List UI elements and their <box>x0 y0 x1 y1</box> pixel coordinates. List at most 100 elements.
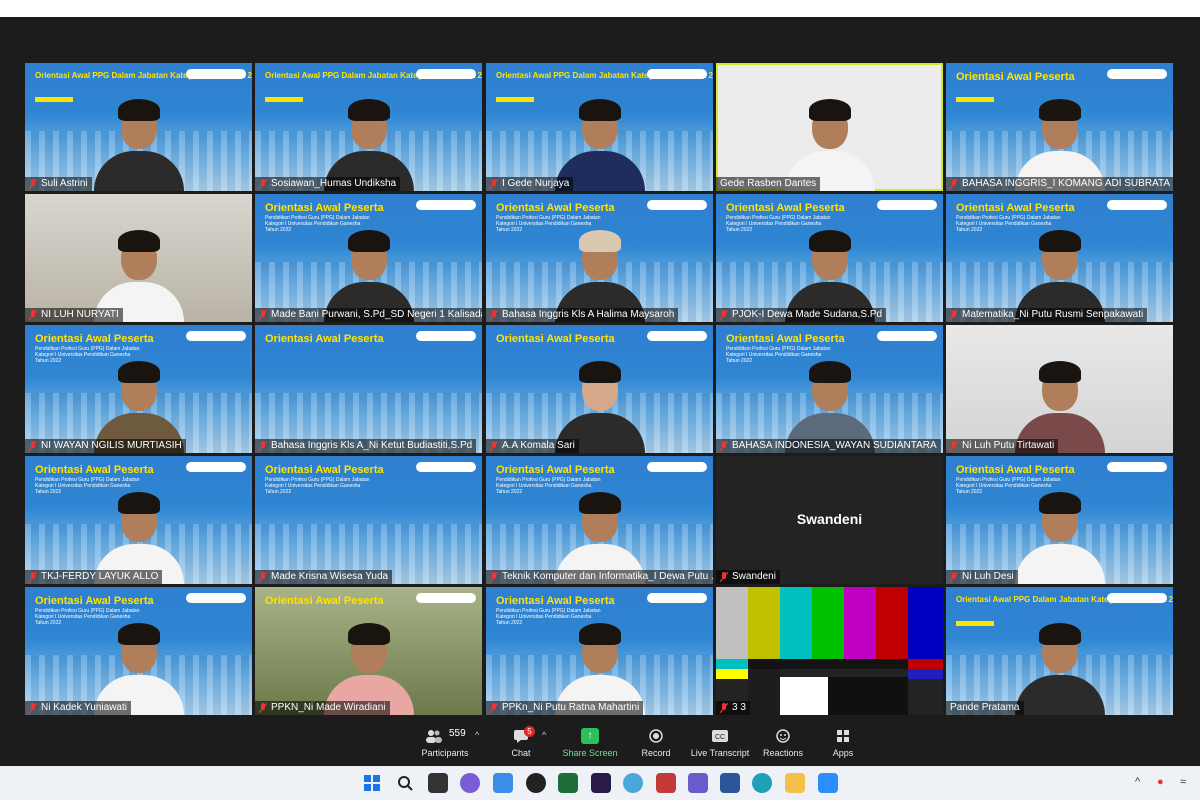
text-app-icon[interactable] <box>688 773 708 793</box>
banner-title: Orientasi Awal Peserta <box>35 595 154 607</box>
adobe-premiere-icon[interactable] <box>591 773 611 793</box>
banner-title: Orientasi Awal Peserta <box>726 333 845 345</box>
participant-name: Swandeni <box>716 570 780 584</box>
logos <box>416 69 476 79</box>
video-tile[interactable]: Orientasi Awal Peserta Pendidikan Profesi… <box>486 456 713 584</box>
file-explorer-icon[interactable] <box>785 773 805 793</box>
record-button[interactable]: Record <box>621 726 691 764</box>
logos <box>877 200 937 210</box>
video-tile[interactable]: Ni Luh Putu Tirtawati <box>946 325 1173 453</box>
red-app-icon[interactable] <box>656 773 676 793</box>
participant-name: Bahasa Inggris Kls A Halima Maysaroh <box>486 308 679 322</box>
date-bar <box>956 97 994 102</box>
banner-subtitle: Pendidikan Profesi Guru (PPG) Dalam Jaba… <box>265 477 370 495</box>
video-tile[interactable]: Orientasi Awal Peserta Pendidikan Profesi… <box>255 194 482 322</box>
banner-title: Orientasi Awal Peserta <box>265 595 384 607</box>
video-tile-camera-off[interactable]: Swandeni Swandeni <box>716 456 943 584</box>
chevron-up-icon[interactable]: ^ <box>542 730 546 740</box>
closed-caption-icon: CC <box>712 730 728 742</box>
zoom-icon[interactable] <box>818 773 838 793</box>
windows-start-icon[interactable] <box>362 773 382 793</box>
wifi-icon[interactable]: ≈ <box>1180 776 1186 788</box>
mic-muted-icon <box>259 703 267 713</box>
video-tile-color-bars[interactable]: 3 3 <box>716 587 943 715</box>
video-tile[interactable]: Orientasi Awal Peserta A.A Komala Sari <box>486 325 713 453</box>
participant-name: Teknik Komputer dan Informatika_I Dewa P… <box>486 570 713 584</box>
participant-name: Sosiawan_Humas Undiksha <box>255 177 401 191</box>
settings-app-icon[interactable] <box>623 773 643 793</box>
mic-muted-icon <box>259 179 267 189</box>
video-tile[interactable]: NI LUH NURYATI <box>25 194 252 322</box>
participant-name: PJOK-I Dewa Made Sudana,S.Pd <box>716 308 887 322</box>
edge-browser-icon[interactable] <box>752 773 772 793</box>
logos <box>647 462 707 472</box>
logos <box>416 200 476 210</box>
logos <box>647 69 707 79</box>
video-tile[interactable]: Orientasi Awal Peserta Pendidikan Profesi… <box>946 456 1173 584</box>
banner-title: Orientasi Awal Peserta <box>496 202 615 214</box>
participants-count: 559 <box>449 728 466 739</box>
mic-muted-icon <box>29 703 37 713</box>
adobe-audition-icon[interactable] <box>558 773 578 793</box>
share-screen-button[interactable]: ↑ Share Screen <box>555 726 625 764</box>
video-tile[interactable]: Orientasi Awal Peserta Pendidikan Profesi… <box>716 194 943 322</box>
video-tile[interactable]: Orientasi Awal Peserta Pendidikan Profesi… <box>25 456 252 584</box>
mic-muted-icon <box>490 441 498 451</box>
window-top-bar <box>0 0 1200 17</box>
video-tile[interactable]: Orientasi Awal Peserta Pendidikan Profesi… <box>255 456 482 584</box>
video-tile[interactable]: Orientasi Awal Peserta Pendidikan Profesi… <box>25 325 252 453</box>
svg-text:CC: CC <box>715 734 725 741</box>
participant-name: Gede Rasben Dantes <box>716 177 821 191</box>
video-tile[interactable]: Orientasi Awal Peserta Pendidikan Profesi… <box>486 194 713 322</box>
banner-title: Orientasi Awal Peserta <box>265 333 384 345</box>
banner-title: Orientasi Awal Peserta <box>35 333 154 345</box>
video-tile[interactable]: Orientasi Awal PPG Dalam Jabatan Kategor… <box>255 63 482 191</box>
chevron-up-icon[interactable]: ^ <box>475 730 479 740</box>
video-tile[interactable]: Orientasi Awal Peserta Pendidikan Profesi… <box>25 587 252 715</box>
word-icon[interactable] <box>720 773 740 793</box>
logos <box>416 462 476 472</box>
date-bar <box>496 97 534 102</box>
video-tile[interactable]: Orientasi Awal Peserta Bahasa Inggris Kl… <box>255 325 482 453</box>
banner-title: Orientasi Awal Peserta <box>496 595 615 607</box>
mic-muted-icon <box>720 703 728 713</box>
live-transcript-button[interactable]: CC Live Transcript <box>684 726 756 764</box>
chat-button[interactable]: 5 ^ Chat <box>486 726 556 764</box>
video-grid: Orientasi Awal PPG Dalam Jabatan Kategor… <box>25 63 1175 718</box>
color-bars-test-pattern <box>716 587 943 715</box>
widgets-icon[interactable] <box>493 773 513 793</box>
share-screen-label: Share Screen <box>562 748 618 758</box>
video-tile[interactable]: Orientasi Awal Peserta Pendidikan Profesi… <box>716 325 943 453</box>
chat-label: Chat <box>511 748 531 758</box>
logos <box>647 593 707 603</box>
logos <box>186 462 246 472</box>
video-tile[interactable]: Orientasi Awal Peserta Pendidikan Profesi… <box>946 194 1173 322</box>
video-tile[interactable]: Orientasi Awal PPG Dalam Jabatan Kategor… <box>486 63 713 191</box>
chevron-up-icon[interactable]: ^ <box>1135 776 1140 788</box>
logos <box>1107 593 1167 603</box>
task-view-icon[interactable] <box>428 773 448 793</box>
participants-label: Participants <box>421 748 469 758</box>
camera-app-icon[interactable] <box>526 773 546 793</box>
banner-title: Orientasi Awal Peserta <box>956 464 1075 476</box>
video-tile-active-speaker[interactable]: Gede Rasben Dantes <box>716 63 943 191</box>
record-label: Record <box>641 748 671 758</box>
banner-title: Orientasi Awal Peserta <box>265 464 384 476</box>
apps-button[interactable]: Apps <box>808 726 878 764</box>
microphone-icon[interactable]: ● <box>1157 776 1164 788</box>
search-icon[interactable] <box>395 773 415 793</box>
mic-muted-icon <box>950 310 958 320</box>
chat-app-icon[interactable] <box>460 773 480 793</box>
video-tile[interactable]: Orientasi Awal PPG Dalam Jabatan Kategor… <box>25 63 252 191</box>
logos <box>1107 69 1167 79</box>
mic-muted-icon <box>259 572 267 582</box>
video-tile[interactable]: Orientasi Awal PPG Dalam Jabatan Kategor… <box>946 587 1173 715</box>
logos <box>416 331 476 341</box>
participant-video <box>1014 623 1105 715</box>
video-tile[interactable]: Orientasi Awal Peserta BAHASA INGGRIS_I … <box>946 63 1173 191</box>
participant-name: Matematika_Ni Putu Rusmi Senpakawati <box>946 308 1148 322</box>
participants-button[interactable]: 559 ^ Participants <box>405 726 485 764</box>
video-tile[interactable]: Orientasi Awal Peserta PPKN_Ni Made Wira… <box>255 587 482 715</box>
participant-name: BAHASA INDONESIA_WAYAN SUDIANTARA <box>716 439 941 453</box>
video-tile[interactable]: Orientasi Awal Peserta Pendidikan Profesi… <box>486 587 713 715</box>
